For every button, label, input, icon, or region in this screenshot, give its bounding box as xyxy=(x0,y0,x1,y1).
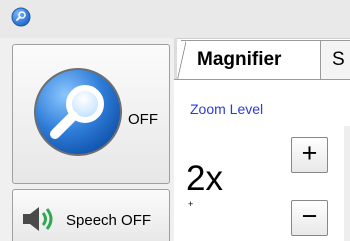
zoom-level-title: Zoom Level xyxy=(190,101,264,117)
app-window: OFF Speech OFF Magnifier S Zoom Level 2x… xyxy=(0,0,350,241)
tab-magnifier-label: Magnifier xyxy=(197,49,282,70)
title-bar xyxy=(0,0,350,39)
magnifier-state-label: OFF xyxy=(128,111,158,128)
zoom-value-mark: + xyxy=(188,199,194,209)
magnifier-icon xyxy=(34,68,122,156)
tab-second-label: S xyxy=(332,49,345,70)
tab-second[interactable]: S xyxy=(320,40,350,80)
speaker-icon xyxy=(23,207,53,231)
zoom-decrease-button[interactable]: − xyxy=(291,200,328,236)
magnifier-icon xyxy=(11,7,31,27)
zoom-increase-button[interactable]: + xyxy=(291,137,328,173)
speech-toggle-button[interactable]: Speech OFF xyxy=(12,189,170,241)
zoom-level-value: 2x xyxy=(186,159,223,198)
side-panel-stub xyxy=(344,126,350,241)
tab-magnifier[interactable]: Magnifier xyxy=(177,40,321,81)
speech-state-label: Speech OFF xyxy=(66,212,152,229)
magnifier-toggle-button[interactable]: OFF xyxy=(12,44,170,184)
